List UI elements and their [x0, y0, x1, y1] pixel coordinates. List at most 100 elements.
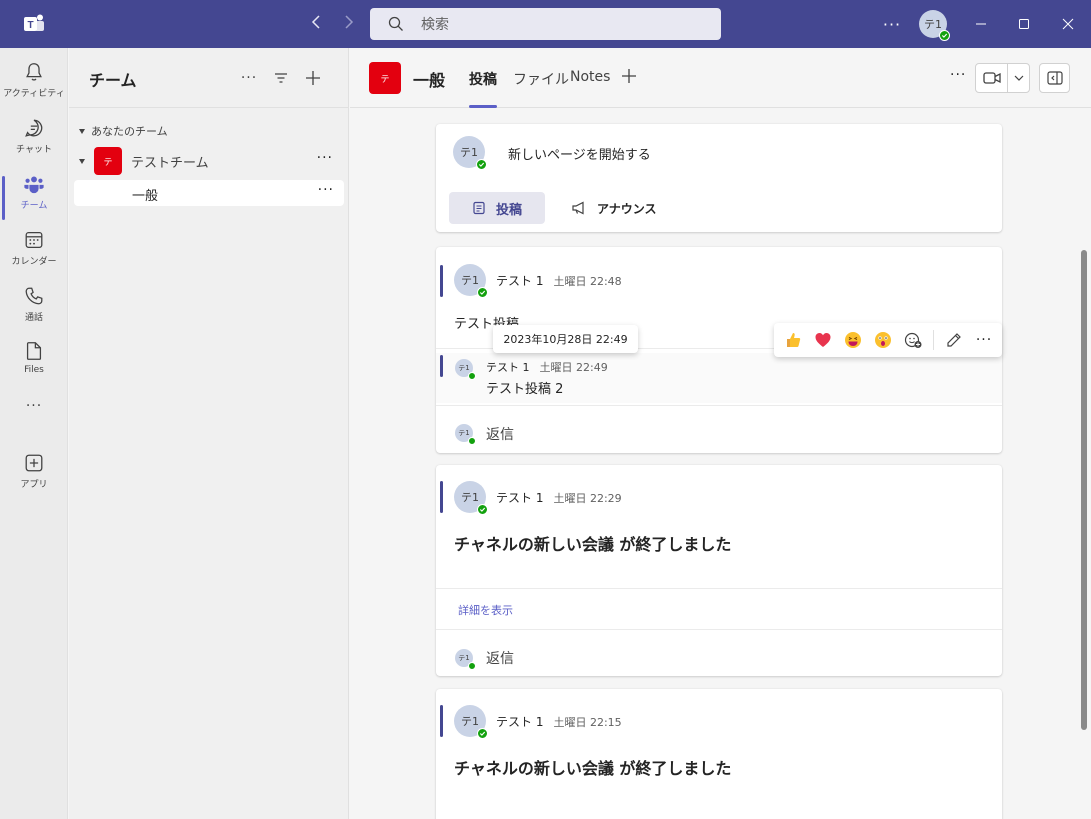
more-icon[interactable]: ··· — [317, 150, 333, 166]
more-apps-icon[interactable]: ··· — [0, 398, 68, 450]
tab-posts[interactable]: 投稿 — [469, 69, 497, 89]
divider — [933, 330, 934, 350]
divider — [436, 405, 1002, 406]
avatar-initials: テ1 — [458, 364, 470, 372]
message-text: チャネルの新しい会議 が終了しました — [454, 535, 732, 554]
rail-label: アクティビティ — [3, 89, 65, 99]
rail-item-chat[interactable]: チャット — [0, 112, 68, 164]
accent-bar — [440, 705, 443, 737]
message-time: 土曜日 22:49 — [539, 361, 608, 374]
accent-bar — [440, 481, 443, 513]
svg-text:T: T — [27, 20, 33, 31]
presence-available-icon — [477, 728, 488, 739]
tab-notes[interactable]: Notes — [570, 69, 610, 85]
accent-bar — [440, 265, 443, 297]
rail-item-activity[interactable]: アクティビティ — [0, 56, 68, 108]
divider — [436, 588, 1002, 589]
search-icon — [388, 16, 404, 32]
close-icon[interactable] — [1045, 0, 1091, 48]
reply-button[interactable]: 返信 — [486, 648, 514, 668]
channel-team-avatar: テ — [369, 62, 401, 94]
presence-available-icon — [468, 437, 476, 445]
avatar-initials: テ1 — [461, 715, 479, 728]
heart-icon[interactable] — [808, 325, 838, 355]
add-reaction-icon[interactable] — [898, 325, 928, 355]
avatar: テ1 — [455, 424, 476, 445]
chevron-down-icon[interactable] — [1008, 64, 1029, 92]
megaphone-icon — [572, 201, 584, 215]
rail-label: チャット — [16, 145, 52, 155]
thumbs-up-icon[interactable] — [778, 325, 808, 355]
thread-card: テ1 テスト 1 土曜日 22:15 チャネルの新しい会議 が終了しました — [436, 689, 1002, 819]
calendar-icon — [25, 232, 43, 248]
avatar: テ1 — [454, 264, 488, 298]
chat-icon — [25, 119, 43, 137]
rail-item-files[interactable]: Files — [0, 335, 68, 387]
conversation-feed: テ1 新しいページを開始する 投稿 アナウンス テ1 テスト 1 土曜日 22:4… — [350, 109, 1091, 819]
active-tab-indicator — [469, 105, 497, 108]
laugh-icon[interactable] — [838, 325, 868, 355]
more-icon[interactable]: ··· — [969, 325, 999, 355]
section-label: あなたのチーム — [91, 125, 168, 138]
author-name: テスト 1 — [496, 491, 544, 505]
author-name: テスト 1 — [496, 715, 544, 729]
avatar: テ1 — [454, 705, 488, 739]
post-icon — [473, 201, 485, 215]
rail-label: Files — [24, 365, 44, 375]
more-icon[interactable]: ··· — [318, 182, 334, 198]
team-item[interactable]: テ テストチーム ··· — [79, 146, 343, 176]
forward-arrow-icon[interactable] — [338, 13, 360, 35]
rail-item-apps[interactable]: アプリ — [0, 447, 68, 499]
scrollbar-thumb[interactable] — [1081, 250, 1087, 730]
rail-label: アプリ — [20, 480, 48, 490]
avatar: テ1 — [454, 481, 488, 515]
avatar[interactable]: テ1 — [919, 10, 950, 41]
announcement-label: アナウンス — [597, 201, 657, 216]
reply-button[interactable]: 返信 — [486, 424, 514, 444]
message-header: テスト 1 土曜日 22:48 — [496, 272, 622, 289]
search-input[interactable]: 検索 — [370, 8, 721, 40]
presence-available-icon — [468, 662, 476, 670]
message-time: 土曜日 22:29 — [553, 492, 622, 505]
surprised-icon[interactable] — [868, 325, 898, 355]
message-header: テスト 1 土曜日 22:29 — [496, 489, 622, 506]
maximize-icon[interactable] — [1001, 0, 1047, 48]
rail-item-calls[interactable]: 通話 — [0, 280, 68, 332]
rail-item-calendar[interactable]: カレンダー — [0, 224, 68, 276]
message-text: チャネルの新しい会議 が終了しました — [454, 759, 732, 778]
back-arrow-icon[interactable] — [305, 13, 327, 35]
start-post-prompt[interactable]: 新しいページを開始する — [508, 144, 651, 163]
message-header: テスト 1 土曜日 22:15 — [496, 713, 622, 730]
more-icon[interactable]: ··· — [950, 67, 966, 83]
announcement-button[interactable]: アナウンス — [571, 192, 671, 224]
more-icon[interactable]: ··· — [237, 66, 261, 90]
avatar-initials: テ1 — [924, 18, 942, 31]
reply-header: テスト 1 土曜日 22:49 — [486, 359, 608, 375]
search-placeholder: 検索 — [421, 17, 449, 33]
app-rail: アクティビティ チャット チーム カレンダー 通話 Files ··· アプリ — [0, 48, 68, 819]
rail-item-teams[interactable]: チーム — [0, 168, 68, 220]
more-icon[interactable]: ··· — [880, 0, 904, 48]
team-avatar: テ — [94, 147, 122, 175]
author-name: テスト 1 — [496, 274, 544, 288]
filter-icon[interactable] — [269, 66, 293, 90]
plus-icon[interactable] — [301, 66, 325, 90]
new-post-card: テ1 新しいページを開始する 投稿 アナウンス — [436, 124, 1002, 232]
section-header[interactable]: あなたのチーム — [79, 123, 168, 139]
channel-name: 一般 — [132, 189, 159, 204]
author-name: テスト 1 — [486, 361, 530, 374]
panel-icon[interactable] — [1039, 63, 1070, 93]
post-button[interactable]: 投稿 — [449, 192, 545, 224]
bell-icon — [26, 63, 42, 81]
minimize-icon[interactable] — [958, 0, 1004, 48]
presence-available-icon — [939, 30, 950, 41]
avatar: テ1 — [453, 136, 487, 170]
show-details-link[interactable]: 詳細を表示 — [458, 602, 513, 618]
channel-item[interactable]: 一般 ··· — [74, 180, 344, 206]
add-tab-icon[interactable] — [621, 65, 637, 89]
tab-files[interactable]: ファイル — [513, 69, 569, 89]
edit-icon[interactable] — [939, 325, 969, 355]
meet-button[interactable] — [975, 63, 1030, 93]
rail-label: 通話 — [24, 313, 43, 323]
title-bar: T 検索 ··· テ1 — [0, 0, 1091, 48]
